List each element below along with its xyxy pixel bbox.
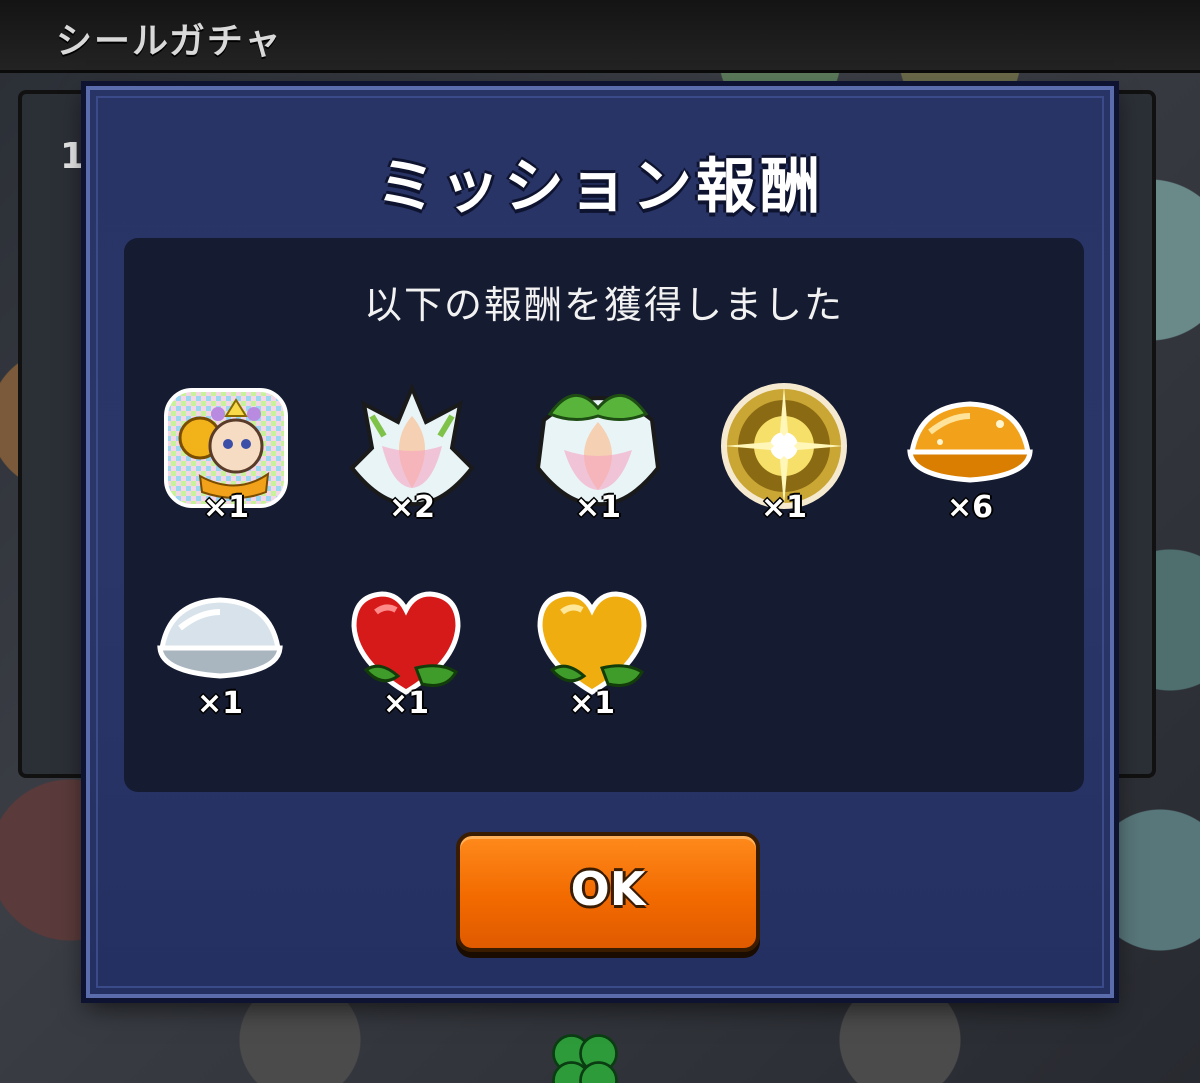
mission-reward-dialog: ミッション報酬 以下の報酬を獲得しました ×1 ×2 ×1 ×1 ×6 ×1 ×… xyxy=(86,86,1114,998)
game-screen: シールガチャ 1 ミッション報酬 以下の報酬を獲得しました ×1 ×2 ×1 ×… xyxy=(0,0,1200,1083)
ok-button[interactable]: OK xyxy=(456,832,760,952)
reward-count: ×1 xyxy=(568,686,615,721)
reward-item: ×6 xyxy=(890,376,1050,536)
reward-count: ×1 xyxy=(574,490,621,525)
reward-count: ×1 xyxy=(202,490,249,525)
top-bar: シールガチャ xyxy=(0,0,1200,73)
reward-count: ×1 xyxy=(760,490,807,525)
reward-item: ×2 xyxy=(332,376,492,536)
reward-count: ×6 xyxy=(946,490,993,525)
background-panel-label: 1 xyxy=(60,136,86,177)
reward-count: ×1 xyxy=(382,686,429,721)
reward-count: ×2 xyxy=(388,490,435,525)
clover-icon xyxy=(552,1034,618,1083)
reward-item: ×1 xyxy=(512,572,672,732)
reward-count: ×1 xyxy=(196,686,243,721)
reward-grid: ×1 ×2 ×1 ×1 ×6 ×1 ×1 ×1 xyxy=(140,376,1080,776)
reward-item: ×1 xyxy=(704,376,864,536)
reward-item: ×1 xyxy=(140,572,300,732)
screen-title: シールガチャ xyxy=(56,21,283,62)
reward-item: ×1 xyxy=(326,572,486,732)
dialog-title: ミッション報酬 xyxy=(376,152,824,222)
reward-item: ×1 xyxy=(146,376,306,536)
reward-item: ×1 xyxy=(518,376,678,536)
reward-message: 以下の報酬を獲得しました xyxy=(363,283,844,327)
reward-panel: 以下の報酬を獲得しました ×1 ×2 ×1 ×1 ×6 ×1 ×1 ×1 xyxy=(124,238,1084,792)
ok-button-label: OK xyxy=(570,862,646,916)
